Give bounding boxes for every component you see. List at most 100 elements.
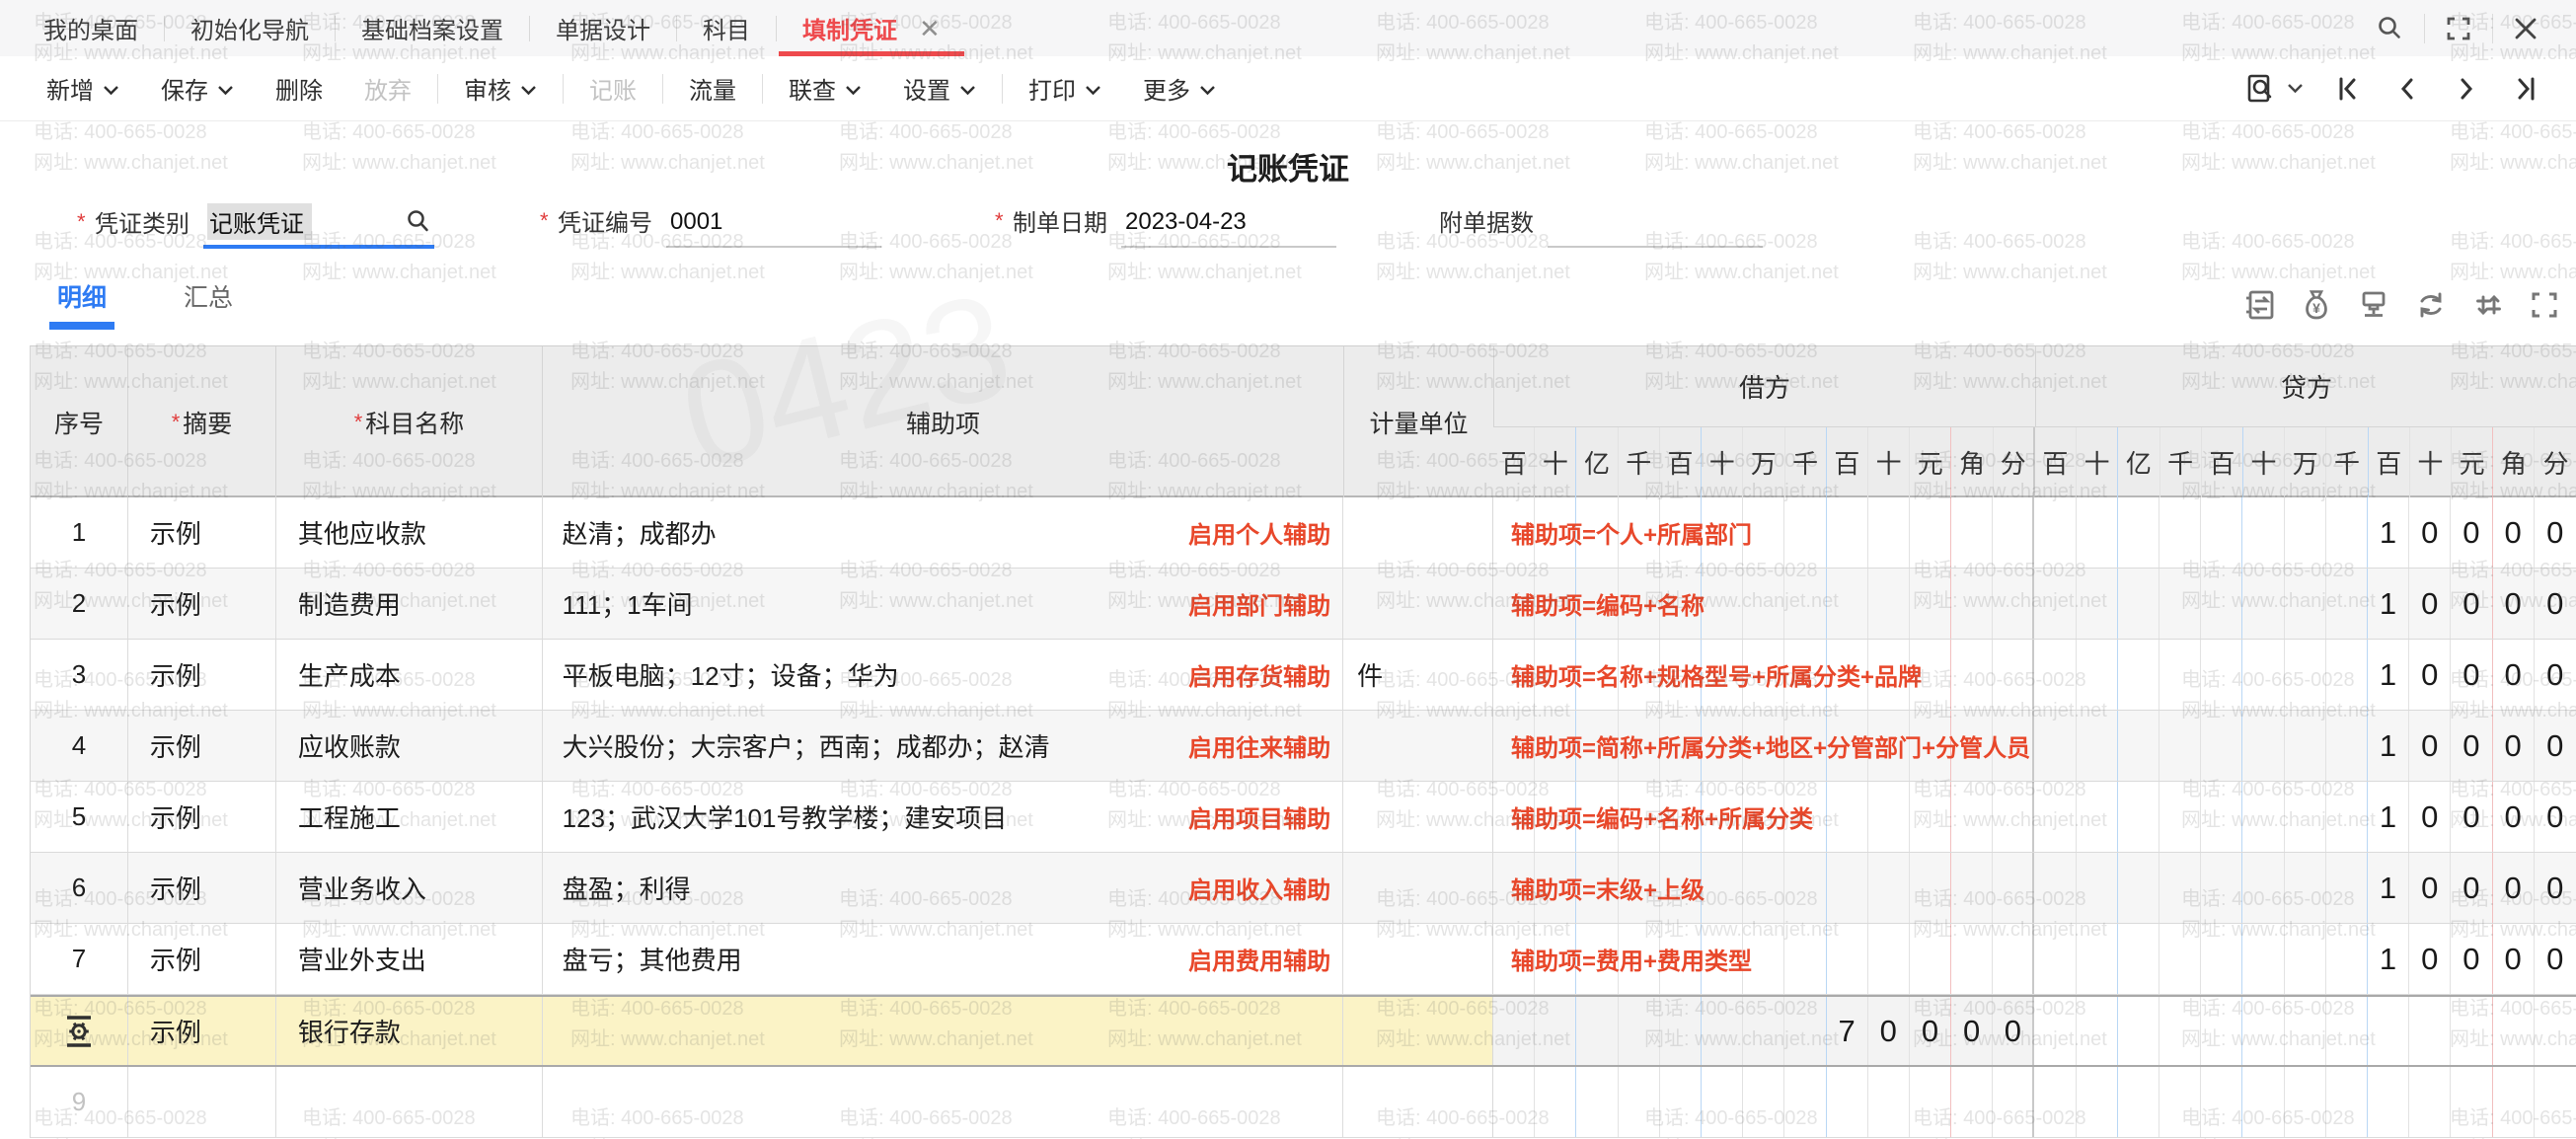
tab-2[interactable]: 初始化导航: [165, 0, 335, 56]
debit-digit-cell[interactable]: [1535, 853, 1576, 923]
credit-digit-cell[interactable]: [2326, 569, 2368, 639]
credit-digit-cell[interactable]: 0: [2409, 853, 2451, 923]
credit-digit-cell[interactable]: 0: [2451, 924, 2492, 994]
debit-digit-cell[interactable]: [1576, 1067, 1618, 1137]
credit-digit-cell[interactable]: 0: [2409, 924, 2451, 994]
credit-digit-cell[interactable]: [2493, 1067, 2535, 1137]
toolbar-button-8[interactable]: 联查: [768, 71, 882, 106]
credit-digit-cell[interactable]: [2535, 997, 2576, 1065]
debit-digit-cell[interactable]: [1743, 924, 1784, 994]
credit-digit-cell[interactable]: 0: [2493, 711, 2535, 781]
amount-digit-cells[interactable]: [1492, 1067, 2576, 1137]
tab-detail[interactable]: 明细: [57, 278, 107, 330]
credit-digit-cell[interactable]: [2034, 782, 2076, 852]
debit-digit-cell[interactable]: [1493, 782, 1535, 852]
row-account[interactable]: 其他应收款: [275, 497, 542, 568]
credit-digit-cell[interactable]: [2285, 997, 2326, 1065]
credit-digit-cell[interactable]: [2118, 924, 2159, 994]
tab-6[interactable]: 填制凭证✕: [777, 0, 966, 56]
debit-digit-cell[interactable]: [1535, 711, 1576, 781]
credit-digit-cell[interactable]: 0: [2451, 640, 2492, 710]
debit-digit-cell[interactable]: [1576, 782, 1618, 852]
debit-digit-cell[interactable]: [1743, 711, 1784, 781]
credit-digit-cell[interactable]: [2368, 997, 2409, 1065]
credit-digit-cell[interactable]: [2159, 924, 2201, 994]
row-account[interactable]: 营业务收入: [275, 853, 542, 923]
tab-3[interactable]: 基础档案设置: [336, 0, 529, 56]
credit-digit-cell[interactable]: 0: [2493, 497, 2535, 568]
row-aux[interactable]: 盘盈；利得启用收入辅助: [542, 853, 1342, 923]
debit-digit-cell[interactable]: [1784, 1067, 1826, 1137]
field-value-4[interactable]: [1548, 208, 1763, 248]
debit-digit-cell[interactable]: [1535, 640, 1576, 710]
debit-digit-cell[interactable]: [1493, 640, 1535, 710]
debit-digit-cell[interactable]: [1827, 1067, 1868, 1137]
debit-digit-cell[interactable]: [1993, 853, 2034, 923]
debit-digit-cell[interactable]: [1868, 924, 1910, 994]
row-summary[interactable]: 示例: [127, 569, 275, 639]
debit-digit-cell[interactable]: [1576, 711, 1618, 781]
row-aux[interactable]: 平板电脑；12寸；设备；华为启用存货辅助: [542, 640, 1342, 710]
credit-digit-cell[interactable]: [2159, 497, 2201, 568]
credit-digit-cell[interactable]: [2285, 782, 2326, 852]
debit-digit-cell[interactable]: [1535, 1067, 1576, 1137]
amount-digit-cells[interactable]: 10000: [1492, 497, 2576, 568]
credit-digit-cell[interactable]: [2242, 497, 2284, 568]
debit-digit-cell[interactable]: 0: [1993, 997, 2034, 1065]
amount-digit-cells[interactable]: 10000: [1492, 853, 2576, 923]
row-account[interactable]: 生产成本: [275, 640, 542, 710]
credit-digit-cell[interactable]: 0: [2493, 640, 2535, 710]
debit-digit-cell[interactable]: [1702, 853, 1743, 923]
credit-digit-cell[interactable]: [2242, 1067, 2284, 1137]
credit-digit-cell[interactable]: [2118, 640, 2159, 710]
row-aux[interactable]: [542, 997, 1342, 1065]
debit-digit-cell[interactable]: [1784, 711, 1826, 781]
credit-digit-cell[interactable]: [2034, 640, 2076, 710]
credit-digit-cell[interactable]: 0: [2409, 497, 2451, 568]
debit-digit-cell[interactable]: [1619, 497, 1660, 568]
debit-digit-cell[interactable]: [1660, 853, 1702, 923]
credit-digit-cell[interactable]: [2034, 711, 2076, 781]
debit-digit-cell[interactable]: [1951, 569, 1993, 639]
credit-digit-cell[interactable]: 0: [2409, 640, 2451, 710]
debit-digit-cell[interactable]: [1827, 569, 1868, 639]
search-icon[interactable]: [2355, 14, 2424, 43]
credit-digit-cell[interactable]: [2201, 1067, 2242, 1137]
debit-digit-cell[interactable]: [1993, 924, 2034, 994]
debit-digit-cell[interactable]: [1784, 497, 1826, 568]
row-account[interactable]: 银行存款: [275, 997, 542, 1065]
money-bag-icon[interactable]: ¥: [2300, 288, 2333, 322]
field-value-3[interactable]: 2023-04-23: [1121, 208, 1336, 248]
debit-digit-cell[interactable]: [1951, 1067, 1993, 1137]
debit-digit-cell[interactable]: [1702, 924, 1743, 994]
fullscreen-icon[interactable]: [2425, 15, 2492, 42]
debit-digit-cell[interactable]: [1493, 997, 1535, 1065]
debit-digit-cell[interactable]: [1784, 569, 1826, 639]
credit-digit-cell[interactable]: [2326, 711, 2368, 781]
credit-digit-cell[interactable]: 0: [2535, 640, 2576, 710]
credit-digit-cell[interactable]: [2409, 1067, 2451, 1137]
credit-digit-cell[interactable]: [2326, 640, 2368, 710]
empty-cell[interactable]: [275, 1067, 542, 1137]
debit-digit-cell[interactable]: [1951, 924, 1993, 994]
debit-digit-cell[interactable]: [1868, 853, 1910, 923]
credit-digit-cell[interactable]: 1: [2368, 924, 2409, 994]
debit-digit-cell[interactable]: [1619, 1067, 1660, 1137]
credit-digit-cell[interactable]: [2201, 497, 2242, 568]
credit-digit-cell[interactable]: 1: [2368, 782, 2409, 852]
amount-digit-cells[interactable]: 10000: [1492, 924, 2576, 994]
credit-digit-cell[interactable]: [2409, 997, 2451, 1065]
debit-digit-cell[interactable]: [1660, 640, 1702, 710]
credit-digit-cell[interactable]: [2242, 853, 2284, 923]
credit-digit-cell[interactable]: [2077, 569, 2118, 639]
voucher-row-6[interactable]: 6示例营业务收入盘盈；利得启用收入辅助10000辅助项=末级+上级: [31, 853, 2576, 924]
debit-digit-cell[interactable]: 0: [1951, 997, 1993, 1065]
debit-digit-cell[interactable]: [1702, 711, 1743, 781]
transfer-ledger-icon[interactable]: [2242, 288, 2276, 322]
debit-digit-cell[interactable]: [1784, 997, 1826, 1065]
toolbar-button-5[interactable]: 审核: [443, 71, 558, 106]
nav-next-icon[interactable]: [2452, 74, 2481, 104]
tab-1[interactable]: 我的桌面: [18, 0, 164, 56]
credit-digit-cell[interactable]: 1: [2368, 640, 2409, 710]
credit-digit-cell[interactable]: [2326, 497, 2368, 568]
